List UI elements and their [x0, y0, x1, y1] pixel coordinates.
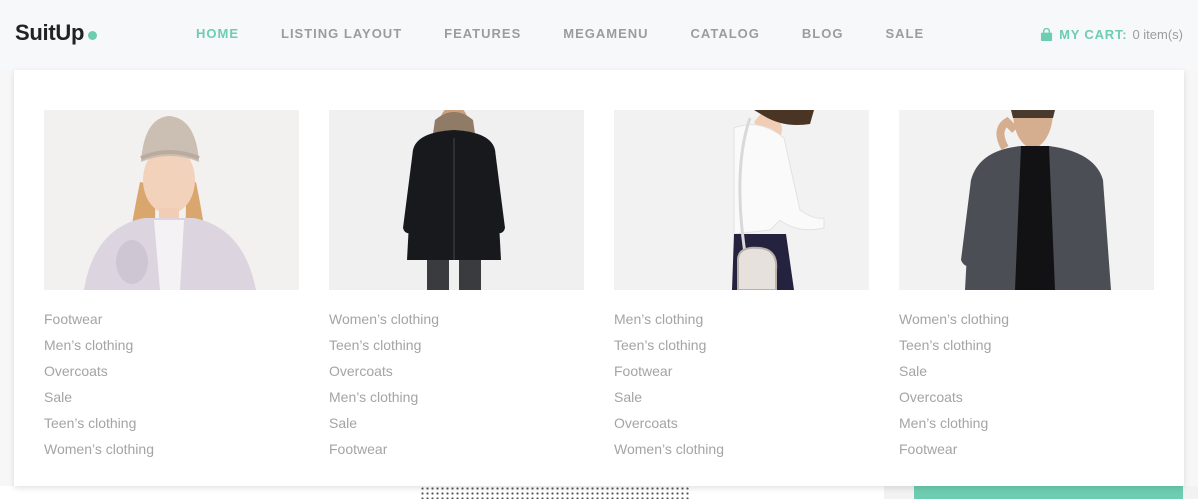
site-header: SuitUp HOME LISTING LAYOUT FEATURES MEGA…: [0, 0, 1198, 70]
megamenu-link[interactable]: Women’s clothing: [614, 436, 869, 462]
nav-item-sale[interactable]: SALE: [885, 26, 924, 41]
megamenu-link[interactable]: Teen’s clothing: [44, 410, 299, 436]
megamenu-link[interactable]: Sale: [329, 410, 584, 436]
megamenu-column: Men’s clothing Teen’s clothing Footwear …: [614, 110, 869, 462]
main-nav: HOME LISTING LAYOUT FEATURES MEGAMENU CA…: [196, 26, 966, 41]
megamenu-link[interactable]: Sale: [44, 384, 299, 410]
megamenu-link[interactable]: Men’s clothing: [329, 384, 584, 410]
man-black-parka-photo[interactable]: [329, 110, 584, 290]
nav-item-catalog[interactable]: CATALOG: [691, 26, 760, 41]
megamenu-link[interactable]: Teen’s clothing: [899, 332, 1154, 358]
megamenu-link[interactable]: Footwear: [899, 436, 1154, 462]
nav-item-listing-layout[interactable]: LISTING LAYOUT: [281, 26, 402, 41]
shopping-bag-icon: [1041, 28, 1053, 41]
woman-white-top-bag-photo[interactable]: [614, 110, 869, 290]
megamenu-link[interactable]: Men’s clothing: [614, 306, 869, 332]
megamenu-link[interactable]: Footwear: [44, 306, 299, 332]
nav-item-megamenu[interactable]: MEGAMENU: [563, 26, 648, 41]
megamenu-links: Footwear Men’s clothing Overcoats Sale T…: [44, 306, 299, 462]
megamenu-links: Men’s clothing Teen’s clothing Footwear …: [614, 306, 869, 462]
megamenu-column: Women’s clothing Teen’s clothing Sale Ov…: [899, 110, 1154, 462]
woman-beanie-jacket-photo[interactable]: [44, 110, 299, 290]
megamenu-link[interactable]: Footwear: [614, 358, 869, 384]
megamenu-link[interactable]: Teen’s clothing: [614, 332, 869, 358]
megamenu-link[interactable]: Overcoats: [329, 358, 584, 384]
cart-label: MY CART:: [1059, 27, 1128, 42]
megamenu-links: Women’s clothing Teen’s clothing Sale Ov…: [899, 306, 1154, 462]
megamenu-link[interactable]: Men’s clothing: [899, 410, 1154, 436]
nav-item-features[interactable]: FEATURES: [444, 26, 521, 41]
megamenu-link[interactable]: Overcoats: [899, 384, 1154, 410]
megamenu-link[interactable]: Women’s clothing: [899, 306, 1154, 332]
megamenu-link[interactable]: Footwear: [329, 436, 584, 462]
megamenu-column: Women’s clothing Teen’s clothing Overcoa…: [329, 110, 584, 462]
megamenu-link[interactable]: Sale: [899, 358, 1154, 384]
megamenu-link[interactable]: Men’s clothing: [44, 332, 299, 358]
nav-item-blog[interactable]: BLOG: [802, 26, 844, 41]
megamenu-column: Footwear Men’s clothing Overcoats Sale T…: [44, 110, 299, 462]
megamenu-link[interactable]: Women’s clothing: [329, 306, 584, 332]
cart-link[interactable]: MY CART: 0 item(s): [1040, 27, 1183, 42]
logo[interactable]: SuitUp: [15, 20, 98, 46]
megamenu-link[interactable]: Overcoats: [44, 358, 299, 384]
megamenu-link[interactable]: Teen’s clothing: [329, 332, 584, 358]
man-grey-cardigan-photo[interactable]: [899, 110, 1154, 290]
background-product-pattern: [420, 486, 690, 499]
megamenu-link[interactable]: Overcoats: [614, 410, 869, 436]
nav-item-home[interactable]: HOME: [196, 26, 239, 41]
background-teal-button[interactable]: [914, 486, 1183, 499]
megamenu-dropdown: Footwear Men’s clothing Overcoats Sale T…: [14, 70, 1184, 486]
megamenu-links: Women’s clothing Teen’s clothing Overcoa…: [329, 306, 584, 462]
megamenu-link[interactable]: Sale: [614, 384, 869, 410]
cart-count: 0 item(s): [1132, 27, 1183, 42]
megamenu-link[interactable]: Women’s clothing: [44, 436, 299, 462]
logo-text: SuitUp: [15, 20, 85, 45]
logo-dot: [88, 31, 98, 40]
